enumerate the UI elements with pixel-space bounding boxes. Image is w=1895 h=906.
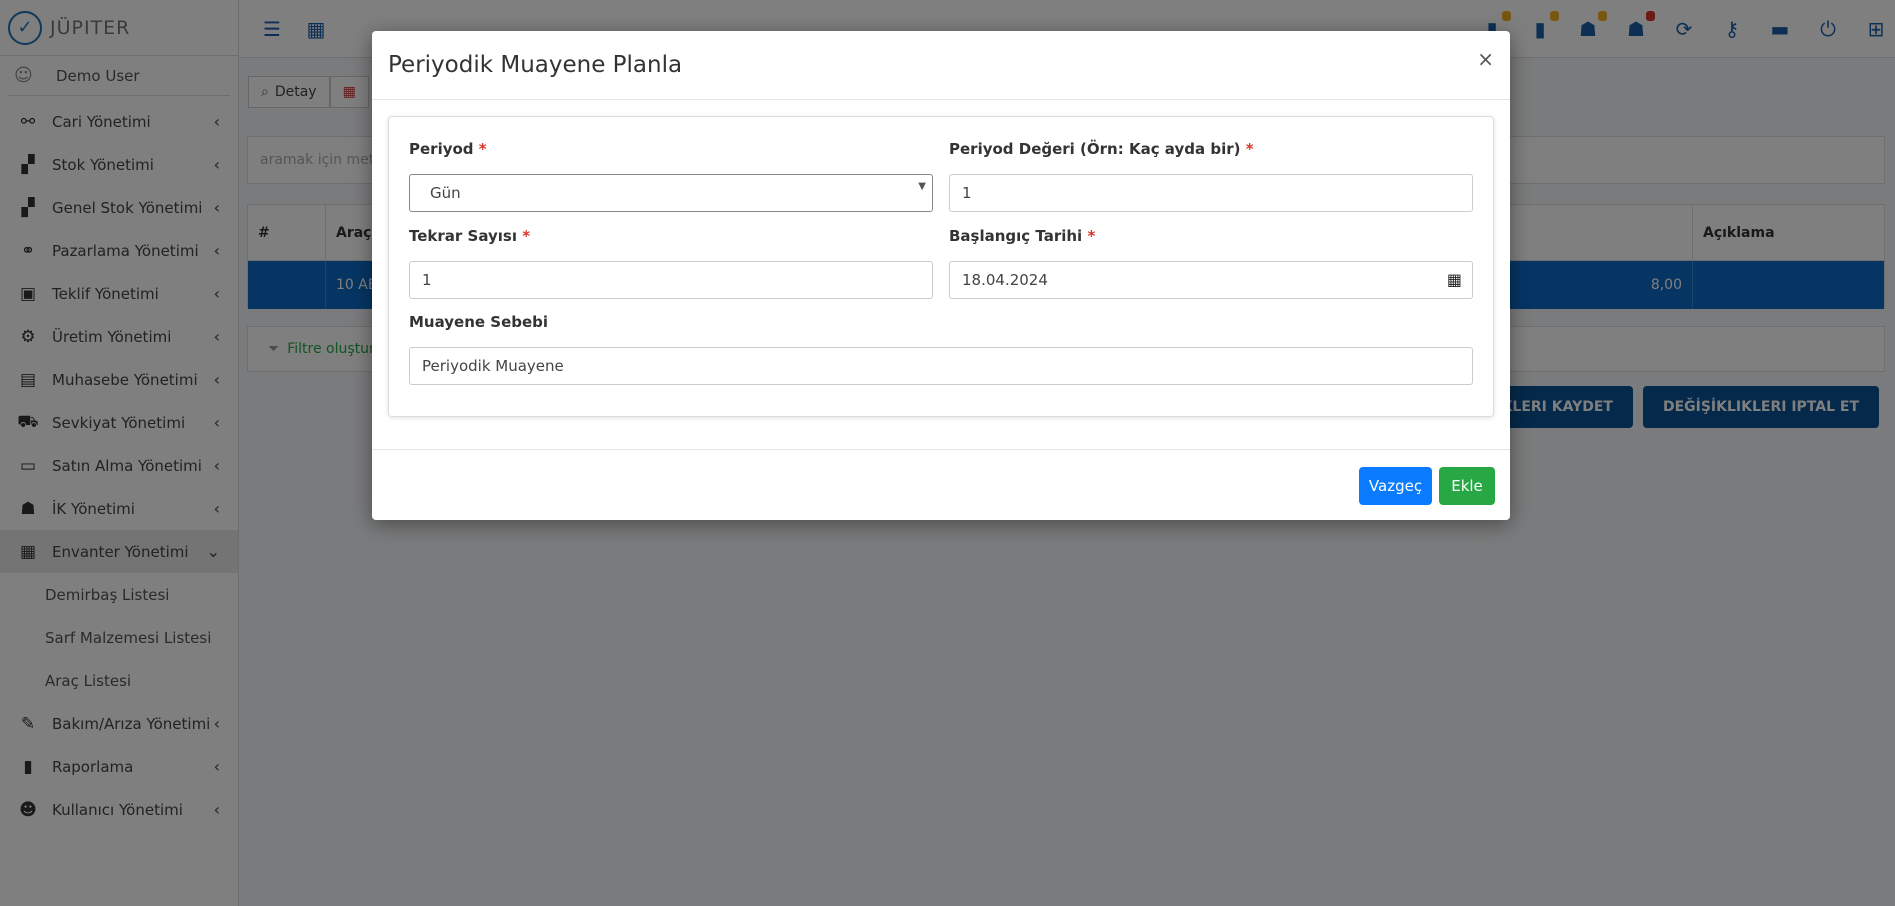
modal-footer: Vazgeç Ekle: [372, 449, 1510, 520]
reason-input[interactable]: Periyodik Muayene: [409, 347, 1473, 385]
start-date-field: Başlangıç Tarihi * 18.04.2024 ▦: [949, 227, 1473, 299]
reason-field: Muayene Sebebi Periyodik Muayene: [409, 313, 1473, 385]
period-select[interactable]: Gün ▼: [409, 174, 933, 212]
close-icon[interactable]: ×: [1477, 47, 1494, 71]
repeat-count-field: Tekrar Sayısı * 1: [409, 227, 933, 299]
cancel-button[interactable]: Vazgeç: [1359, 467, 1432, 505]
reason-label: Muayene Sebebi: [409, 313, 549, 331]
modal-title: Periyodik Muayene Planla: [388, 52, 683, 78]
start-date-label: Başlangıç Tarihi *: [949, 227, 1096, 245]
start-date-input[interactable]: 18.04.2024 ▦: [949, 261, 1473, 299]
period-value-label: Periyod Değeri (Örn: Kaç ayda bir) *: [949, 140, 1254, 158]
periodic-inspection-modal: Periyodik Muayene Planla × Periyod * Gün…: [372, 31, 1510, 520]
calendar-icon[interactable]: ▦: [1447, 270, 1462, 289]
modal-form: Periyod * Gün ▼ Periyod Değeri (Örn: Kaç…: [388, 116, 1494, 417]
modal-header: Periyodik Muayene Planla ×: [372, 31, 1510, 100]
period-field: Periyod * Gün ▼: [409, 140, 933, 212]
period-value-input[interactable]: 1: [949, 174, 1473, 212]
period-value-field: Periyod Değeri (Örn: Kaç ayda bir) * 1: [949, 140, 1473, 212]
add-button[interactable]: Ekle: [1439, 467, 1495, 505]
repeat-count-label: Tekrar Sayısı *: [409, 227, 531, 245]
period-label: Periyod *: [409, 140, 487, 158]
repeat-count-input[interactable]: 1: [409, 261, 933, 299]
dropdown-caret-icon: ▼: [918, 181, 926, 192]
